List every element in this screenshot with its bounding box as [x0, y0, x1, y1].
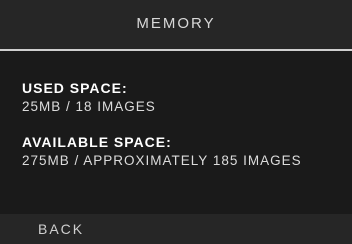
memory-screen: MEMORY USED SPACE: 25MB / 18 IMAGES AVAI…	[0, 0, 352, 244]
footer-bar: BACK	[0, 214, 352, 244]
back-button[interactable]: BACK	[38, 221, 84, 237]
page-title: MEMORY	[136, 15, 216, 32]
used-space-label: USED SPACE:	[22, 80, 128, 96]
used-space-value: 25MB / 18 IMAGES	[22, 99, 156, 114]
available-space-section: AVAILABLE SPACE: 275MB / APPROXIMATELY 1…	[22, 134, 342, 169]
header-bar: MEMORY	[0, 0, 352, 51]
memory-info: USED SPACE: 25MB / 18 IMAGES AVAILABLE S…	[22, 80, 342, 188]
available-space-label: AVAILABLE SPACE:	[22, 134, 172, 150]
used-space-section: USED SPACE: 25MB / 18 IMAGES	[22, 80, 342, 115]
available-space-value: 275MB / APPROXIMATELY 185 IMAGES	[22, 153, 302, 168]
